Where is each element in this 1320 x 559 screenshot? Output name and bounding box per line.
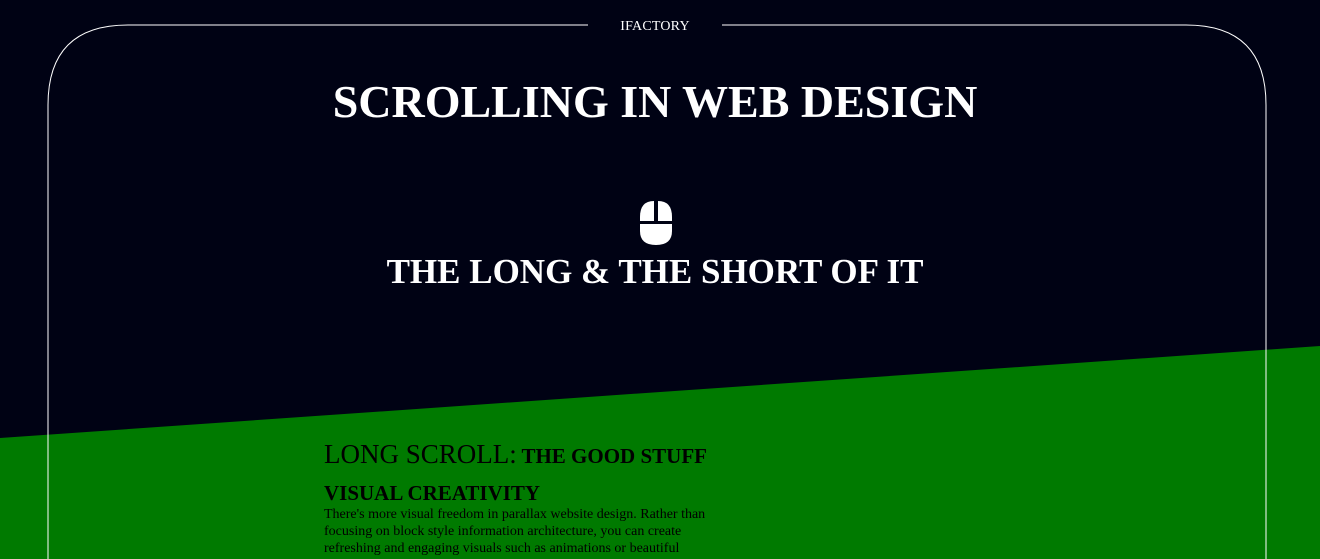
feature-description: There's more visual freedom in parallax … [324,507,706,559]
feature-title: VISUAL CREATIVITY [324,481,541,505]
long-scroll-section: LONG SCROLL: THE GOOD STUFF VISUAL CREAT… [324,438,744,559]
brand-logo[interactable]: IFACTORY [590,18,720,36]
page-title: SCROLLING IN WEB DESIGN [332,76,978,127]
section-heading-sub: THE GOOD STUFF [521,444,707,468]
page: IFACTORY SCROLLING IN WEB DESIGN THE LON… [0,0,1320,559]
page-subtitle: THE LONG & THE SHORT OF IT [386,252,924,291]
mouse-icon [638,199,674,247]
section-heading-main: LONG SCROLL: [324,439,517,469]
section-heading: LONG SCROLL: THE GOOD STUFF [324,438,744,474]
